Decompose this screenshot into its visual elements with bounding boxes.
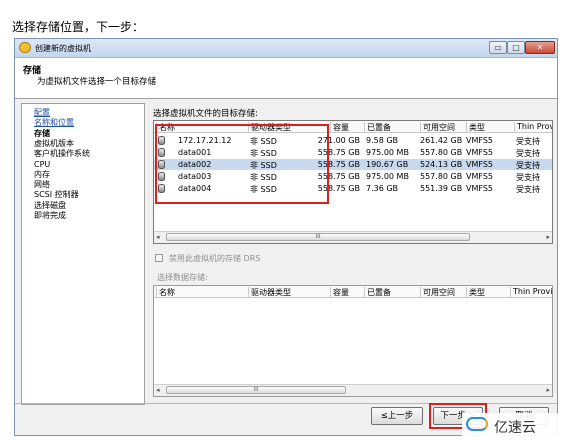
cell-thin: 受支持 <box>516 149 540 158</box>
scroll-thumb[interactable]: III <box>166 386 346 394</box>
minimize-button[interactable]: ▭ <box>489 41 507 54</box>
datastore-table-scrollbar[interactable]: ◂ III ▸ <box>154 384 552 396</box>
cell-free: 261.42 GB <box>420 136 463 145</box>
column-header[interactable]: 容量 <box>330 287 349 297</box>
step-subtitle: 为虚拟机文件选择一个目标存储 <box>37 77 157 87</box>
cell-free: 551.39 GB <box>420 184 463 193</box>
column-header[interactable]: 类型 <box>466 122 485 132</box>
cell-type: VMFS5 <box>466 136 494 145</box>
new-vm-wizard-window: 创建新的虚拟机 ▭ □ ✕ 存储 为虚拟机文件选择一个目标存储 配置 名称和位置存… <box>14 38 558 436</box>
target-storage-label: 选择虚拟机文件的目标存储: <box>153 109 258 119</box>
column-header[interactable]: 可用空间 <box>420 122 455 132</box>
wizard-icon <box>19 42 31 53</box>
cell-thin: 受支持 <box>516 173 540 182</box>
cell-type: VMFS5 <box>466 172 494 181</box>
watermark: 亿速云 <box>462 413 562 437</box>
scroll-thumb[interactable]: III <box>166 233 470 241</box>
column-header[interactable]: 容量 <box>330 122 349 132</box>
cell-provisioned: 7.36 GB <box>366 184 399 193</box>
cell-free: 524.13 GB <box>420 160 463 169</box>
window-title: 创建新的虚拟机 <box>35 44 91 53</box>
close-button[interactable]: ✕ <box>525 41 555 54</box>
scroll-left-icon[interactable]: ◂ <box>156 386 160 394</box>
back-button[interactable]: ≤上一步 <box>371 407 423 425</box>
datastore-table: 名称 驱动器类型 容量 已置备 可用空间 类型 Thin Provi ◂ III ▸ <box>153 285 553 397</box>
datastore-table-header: 名称 驱动器类型 容量 已置备 可用空间 类型 Thin Provi <box>154 286 552 298</box>
cloud-logo-icon <box>466 417 488 431</box>
cell-provisioned: 975.00 MB <box>366 148 409 157</box>
nav-step-2: 存储 <box>34 128 50 138</box>
column-header[interactable]: Thin Prov <box>514 122 552 132</box>
column-header[interactable]: 可用空间 <box>420 287 455 297</box>
column-header[interactable]: 类型 <box>466 287 485 297</box>
disable-drs-label: 禁用此虚拟机的存储 DRS <box>169 254 261 263</box>
nav-step-9: 选择磁盘 <box>34 200 66 210</box>
title-bar: 创建新的虚拟机 ▭ □ ✕ <box>15 39 557 58</box>
cell-thin: 受支持 <box>516 137 540 146</box>
scroll-right-icon[interactable]: ▸ <box>546 233 550 241</box>
nav-step-7: 网络 <box>34 180 50 190</box>
cell-type: VMFS5 <box>466 184 494 193</box>
cell-provisioned: 975.00 MB <box>366 172 409 181</box>
page-caption: 选择存储位置，下一步： <box>12 20 145 34</box>
cell-provisioned: 190.67 GB <box>366 160 409 169</box>
scroll-right-icon[interactable]: ▸ <box>546 386 550 394</box>
column-header[interactable]: 已置备 <box>364 287 391 297</box>
nav-step-3: 虚拟机版本 <box>34 138 74 148</box>
watermark-text: 亿速云 <box>494 420 536 436</box>
cell-thin: 受支持 <box>516 161 540 170</box>
nav-step-8: SCSI 控制器 <box>34 190 79 200</box>
cell-provisioned: 9.58 GB <box>366 136 399 145</box>
nav-step-6: 内存 <box>34 169 50 179</box>
nav-step-4: 客户机操作系统 <box>34 149 90 159</box>
target-table-scrollbar[interactable]: ◂ III ▸ <box>154 231 552 243</box>
column-header[interactable]: Thin Provi <box>510 287 552 297</box>
cell-thin: 受支持 <box>516 185 540 194</box>
cell-free: 557.80 GB <box>420 148 463 157</box>
cell-free: 557.80 GB <box>420 172 463 181</box>
nav-step-10: 即将完成 <box>34 211 66 220</box>
column-header[interactable]: 已置备 <box>364 122 391 132</box>
cell-type: VMFS5 <box>466 148 494 157</box>
wizard-steps-nav: 配置 名称和位置 存储 虚拟机版本 客户机操作系统 CPU 内存 网络 SCSI 控制器 选择磁盘… <box>21 103 145 405</box>
wizard-header: 存储 为虚拟机文件选择一个目标存储 <box>15 58 557 99</box>
nav-step-0[interactable]: 配置 <box>34 108 50 118</box>
maximize-button[interactable]: □ <box>507 41 525 54</box>
scroll-left-icon[interactable]: ◂ <box>156 233 160 241</box>
datastore-label: 选择数据存储: <box>157 273 208 282</box>
nav-step-1[interactable]: 名称和位置 <box>34 118 74 128</box>
cell-type: VMFS5 <box>466 160 494 169</box>
disable-drs-checkbox[interactable] <box>155 254 163 262</box>
column-header[interactable]: 名称 <box>156 287 175 297</box>
highlight-box <box>155 124 329 204</box>
column-header[interactable]: 驱动器类型 <box>248 287 291 297</box>
nav-step-5: CPU <box>34 159 51 169</box>
